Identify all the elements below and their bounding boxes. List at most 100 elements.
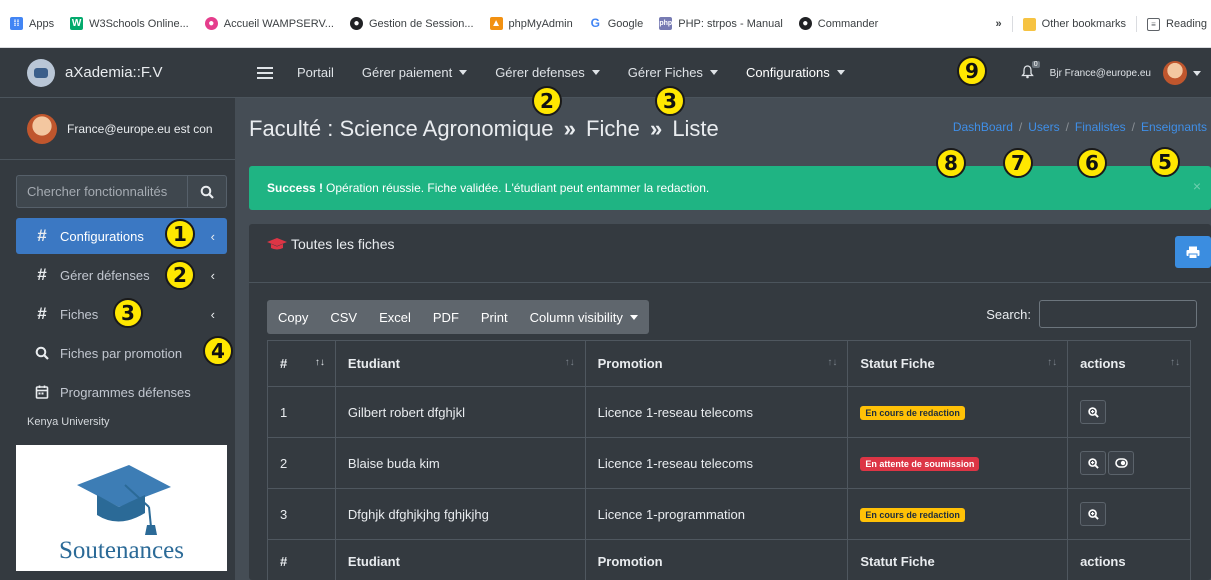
avatar[interactable] [1163, 61, 1187, 85]
excel-button[interactable]: Excel [368, 300, 422, 334]
annotation-marker: 3 [655, 86, 685, 116]
table-header-row: # ↑↓ Etudiant ↑↓ Promotion ↑↓ Statut Fiche ↑… [267, 340, 1191, 387]
brand-logo-icon [27, 58, 55, 87]
annotation-marker: 9 [957, 56, 987, 86]
column-header-number[interactable]: # ↑↓ [267, 340, 336, 387]
separator [1136, 16, 1138, 32]
sidebar-item-label: Gérer défenses [60, 267, 150, 283]
nav-configurations[interactable]: Configurations [746, 65, 845, 80]
user-greeting[interactable]: Bjr France@europe.eu [1050, 68, 1151, 79]
notifications[interactable]: 0 [1020, 60, 1040, 82]
page-title: Faculté : Science Agronomique » Fiche » … [249, 116, 719, 141]
graduation-cap-icon [267, 238, 287, 250]
nav-gerer-fiches[interactable]: Gérer Fiches [628, 65, 718, 80]
success-alert: Success ! Opération réussie. Fiche valid… [249, 166, 1211, 210]
apps-grid-icon: ⁞⁞ [10, 17, 23, 30]
sort-icon: ↑↓ [1170, 357, 1180, 368]
nav-portail[interactable]: Portail [297, 65, 334, 80]
sidebar-search [16, 175, 227, 208]
breadcrumb-enseignants[interactable]: Enseignants [1141, 120, 1207, 134]
view-button[interactable] [1080, 451, 1107, 475]
hamburger-menu-icon[interactable] [257, 64, 273, 82]
bookmark-phpmyadmin[interactable]: ▲ phpMyAdmin [489, 17, 573, 30]
annotation-marker: 4 [203, 336, 233, 366]
bookmark-w3schools[interactable]: W W3Schools Online... [70, 17, 189, 30]
toggle-button[interactable] [1108, 451, 1135, 475]
w3schools-icon: W [70, 17, 84, 30]
github-icon: ● [349, 17, 363, 30]
bookmarks-overflow[interactable]: » [996, 18, 1002, 30]
column-header-actions[interactable]: actions ↑↓ [1067, 340, 1191, 387]
caret-down-icon[interactable] [1193, 70, 1201, 76]
status-badge: En cours de redaction [860, 406, 965, 420]
copy-button[interactable]: Copy [267, 300, 319, 334]
table-search-input[interactable] [1039, 300, 1197, 328]
annotation-marker: 2 [532, 86, 562, 116]
annotation-marker: 3 [113, 298, 143, 328]
bookmark-gestion-session[interactable]: ● Gestion de Session... [349, 17, 474, 30]
view-button[interactable] [1080, 502, 1107, 526]
column-visibility-button[interactable]: Column visibility [519, 300, 649, 334]
zoom-icon [1087, 508, 1099, 520]
toggle-icon [1114, 458, 1128, 468]
user-panel[interactable]: France@europe.eu est con [0, 98, 235, 160]
double-chevron-icon: » [563, 116, 576, 141]
chevron-left-icon: ‹ [210, 228, 215, 244]
phpmyadmin-icon: ▲ [489, 17, 503, 30]
breadcrumb-finalistes[interactable]: Finalistes [1075, 120, 1126, 134]
csv-button[interactable]: CSV [319, 300, 368, 334]
datatable-buttons: Copy CSV Excel PDF Print Column visibili… [267, 300, 649, 334]
notification-count: 0 [1031, 60, 1040, 68]
annotation-marker: 8 [936, 148, 966, 178]
google-icon: G [588, 16, 602, 30]
annotation-marker: 2 [165, 260, 195, 290]
table-row: 3 Dfghjk dfghjkjhg fghjkjhg Licence 1-pr… [267, 488, 1191, 540]
caret-down-icon [591, 70, 600, 75]
nav-gerer-paiement[interactable]: Gérer paiement [362, 65, 468, 80]
sidebar-item-fiches-par-promotion[interactable]: Fiches par promotion [16, 335, 227, 371]
caret-down-icon [629, 314, 638, 320]
sidebar-item-programmes-defenses[interactable]: Programmes défenses [16, 374, 227, 410]
view-button[interactable] [1080, 400, 1107, 424]
sidebar-item-gerer-defenses[interactable]: # Gérer défenses ‹ [16, 257, 227, 293]
caret-down-icon [709, 70, 718, 75]
brand-name: aXademia::F.V [65, 64, 163, 81]
nav-gerer-defenses[interactable]: Gérer defenses [495, 65, 600, 80]
pdf-button[interactable]: PDF [422, 300, 470, 334]
reading-list[interactable]: ≡ Reading [1147, 17, 1207, 31]
breadcrumb-dashboard[interactable]: DashBoard [953, 120, 1013, 134]
other-bookmarks[interactable]: Other bookmarks [1022, 17, 1126, 31]
annotation-marker: 7 [1003, 148, 1033, 178]
chevron-left-icon: ‹ [210, 306, 215, 322]
sidebar-item-label: Configurations [60, 228, 144, 244]
avatar [27, 113, 57, 144]
column-header-promotion[interactable]: Promotion ↑↓ [584, 340, 849, 387]
bookmarks-bar: ⁞⁞ Apps W W3Schools Online... ● Accueil … [0, 0, 1211, 48]
print-button[interactable] [1175, 236, 1211, 268]
table-row: 1 Gilbert robert dfghjkl Licence 1-resea… [267, 386, 1191, 438]
bookmark-commander[interactable]: ● Commander [798, 17, 878, 30]
sidebar-search-button[interactable] [187, 175, 227, 208]
fiches-table: # ↑↓ Etudiant ↑↓ Promotion ↑↓ Statut Fiche ↑… [267, 340, 1191, 580]
sidebar-item-configurations[interactable]: # Configurations ‹ [16, 218, 227, 254]
commander-icon: ● [798, 17, 812, 30]
breadcrumb-users[interactable]: Users [1028, 120, 1059, 134]
soutenances-text: Soutenances [59, 537, 184, 564]
zoom-icon [1087, 406, 1099, 418]
bookmark-google[interactable]: G Google [588, 16, 643, 30]
print-table-button[interactable]: Print [470, 300, 519, 334]
sidebar-header: Kenya University [27, 416, 110, 428]
brand-link[interactable]: aXademia::F.V [0, 48, 235, 98]
user-status: France@europe.eu est con [67, 121, 213, 136]
bookmark-wampserver[interactable]: ● Accueil WAMPSERV... [204, 17, 334, 30]
bookmark-apps[interactable]: ⁞⁞ Apps [10, 17, 54, 30]
hash-icon: # [37, 265, 47, 284]
navbar-right: 0 Bjr France@europe.eu [1020, 48, 1201, 98]
column-header-statut[interactable]: Statut Fiche ↑↓ [847, 340, 1069, 387]
close-icon[interactable]: × [1193, 178, 1201, 194]
printer-icon [1186, 246, 1200, 259]
bookmark-php-manual[interactable]: php PHP: strpos - Manual [659, 17, 783, 30]
column-header-etudiant[interactable]: Etudiant ↑↓ [334, 340, 586, 387]
chevron-left-icon: ‹ [210, 267, 215, 283]
sidebar-search-input[interactable] [16, 175, 187, 208]
